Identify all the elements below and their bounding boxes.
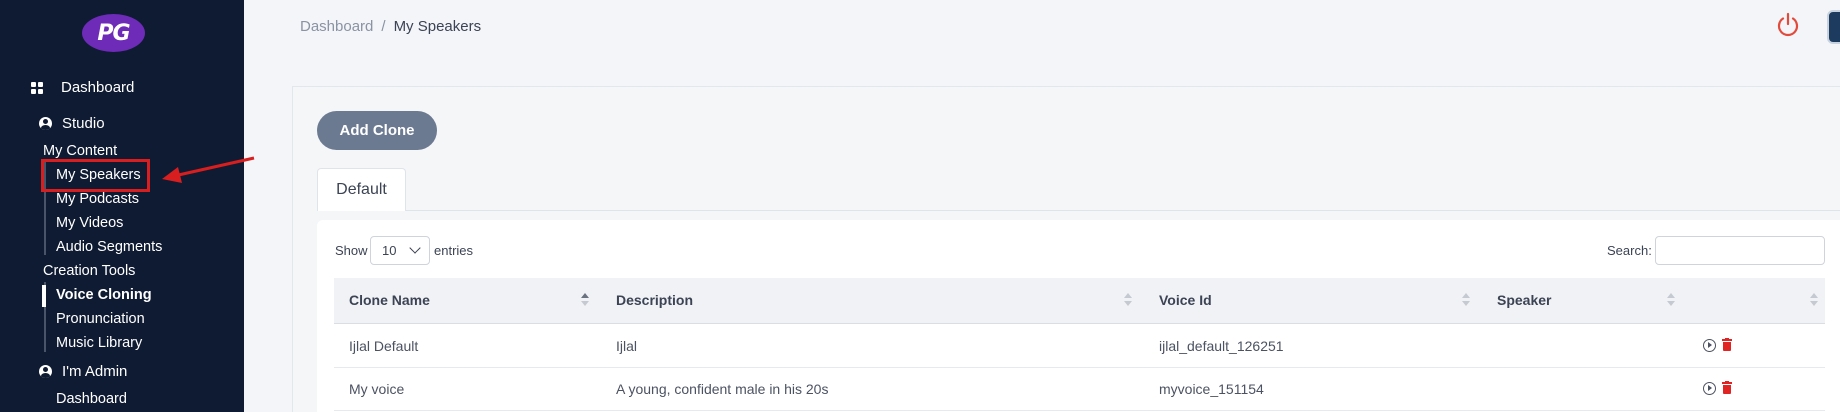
annotation-arrow-icon xyxy=(162,156,255,183)
sidebar-item-label: I'm Admin xyxy=(62,363,128,380)
entries-per-page-select[interactable]: 10 xyxy=(370,236,430,265)
power-icon[interactable] xyxy=(1775,12,1801,38)
sort-icon[interactable] xyxy=(1667,293,1675,307)
avatar[interactable] xyxy=(1827,10,1840,44)
add-clone-button[interactable]: Add Clone xyxy=(317,111,437,150)
active-indicator xyxy=(42,285,46,307)
user-circle-icon xyxy=(37,364,53,380)
sort-icon[interactable] xyxy=(581,293,589,307)
sort-icon[interactable] xyxy=(1810,293,1818,307)
sidebar-group-my-content[interactable]: My Content xyxy=(43,143,117,159)
cell-description: A young, confident male in his 20s xyxy=(616,381,829,397)
breadcrumb-current: My Speakers xyxy=(393,18,482,35)
cell-voice-id: myvoice_151154 xyxy=(1159,381,1264,397)
tab-divider xyxy=(406,210,1840,211)
sidebar-item-music-library[interactable]: Music Library xyxy=(56,335,142,351)
table-row: Ijlal Default Ijlal ijlal_default_126251 xyxy=(334,325,1825,368)
sidebar-item-voice-cloning[interactable]: Voice Cloning xyxy=(56,287,152,303)
sidebar-item-label: Studio xyxy=(62,115,105,132)
sidebar-item-admin-dashboard[interactable]: Dashboard xyxy=(56,391,127,407)
table-header: Clone Name Description Voice Id Speaker xyxy=(334,278,1825,324)
play-circle-icon[interactable] xyxy=(1703,382,1716,395)
sidebar-item-studio[interactable]: Studio xyxy=(37,115,105,132)
cell-voice-id: ijlal_default_126251 xyxy=(1159,338,1284,354)
trash-icon[interactable] xyxy=(1722,381,1732,395)
sort-icon[interactable] xyxy=(1124,293,1132,307)
cell-description: Ijlal xyxy=(616,338,638,354)
sidebar-item-my-podcasts[interactable]: My Podcasts xyxy=(56,191,139,207)
sidebar-item-dashboard[interactable]: Dashboard xyxy=(29,79,134,96)
sidebar-item-audio-segments[interactable]: Audio Segments xyxy=(56,239,162,255)
logo-text: PG xyxy=(97,20,130,46)
annotation-highlight-box xyxy=(41,159,150,192)
user-circle-icon xyxy=(37,116,53,132)
app-logo[interactable]: PG xyxy=(82,14,145,52)
entries-label: entries xyxy=(434,243,474,258)
column-header-speaker[interactable]: Speaker xyxy=(1497,292,1551,308)
sidebar-item-my-videos[interactable]: My Videos xyxy=(56,215,123,231)
tab-default[interactable]: Default xyxy=(317,168,406,211)
show-label: Show xyxy=(335,243,368,258)
entries-select-value: 10 xyxy=(382,243,397,258)
search-label: Search: xyxy=(1607,243,1652,258)
column-header-voice-id[interactable]: Voice Id xyxy=(1159,292,1212,308)
breadcrumb-root[interactable]: Dashboard xyxy=(300,18,373,35)
cell-clone-name: My voice xyxy=(349,381,405,397)
sidebar: PG Dashboard Studio My Content My Speake… xyxy=(0,0,244,412)
sidebar-item-label: Dashboard xyxy=(61,79,135,96)
sidebar-item-im-admin[interactable]: I'm Admin xyxy=(37,363,127,380)
play-circle-icon[interactable] xyxy=(1703,339,1716,352)
column-header-description[interactable]: Description xyxy=(616,292,693,308)
trash-icon[interactable] xyxy=(1722,338,1732,352)
dashboard-grid-icon xyxy=(29,80,45,96)
sidebar-group-creation-tools[interactable]: Creation Tools xyxy=(43,263,135,279)
table-row: My voice A young, confident male in his … xyxy=(334,368,1825,411)
sidebar-item-pronunciation[interactable]: Pronunciation xyxy=(56,311,145,327)
cell-clone-name: Ijlal Default xyxy=(349,338,419,354)
breadcrumb-separator: / xyxy=(381,18,386,35)
breadcrumb: Dashboard / My Speakers xyxy=(300,18,481,35)
chevron-down-icon xyxy=(409,242,421,254)
sort-icon[interactable] xyxy=(1462,293,1470,307)
search-input[interactable] xyxy=(1655,236,1825,265)
column-header-clone-name[interactable]: Clone Name xyxy=(349,292,430,308)
